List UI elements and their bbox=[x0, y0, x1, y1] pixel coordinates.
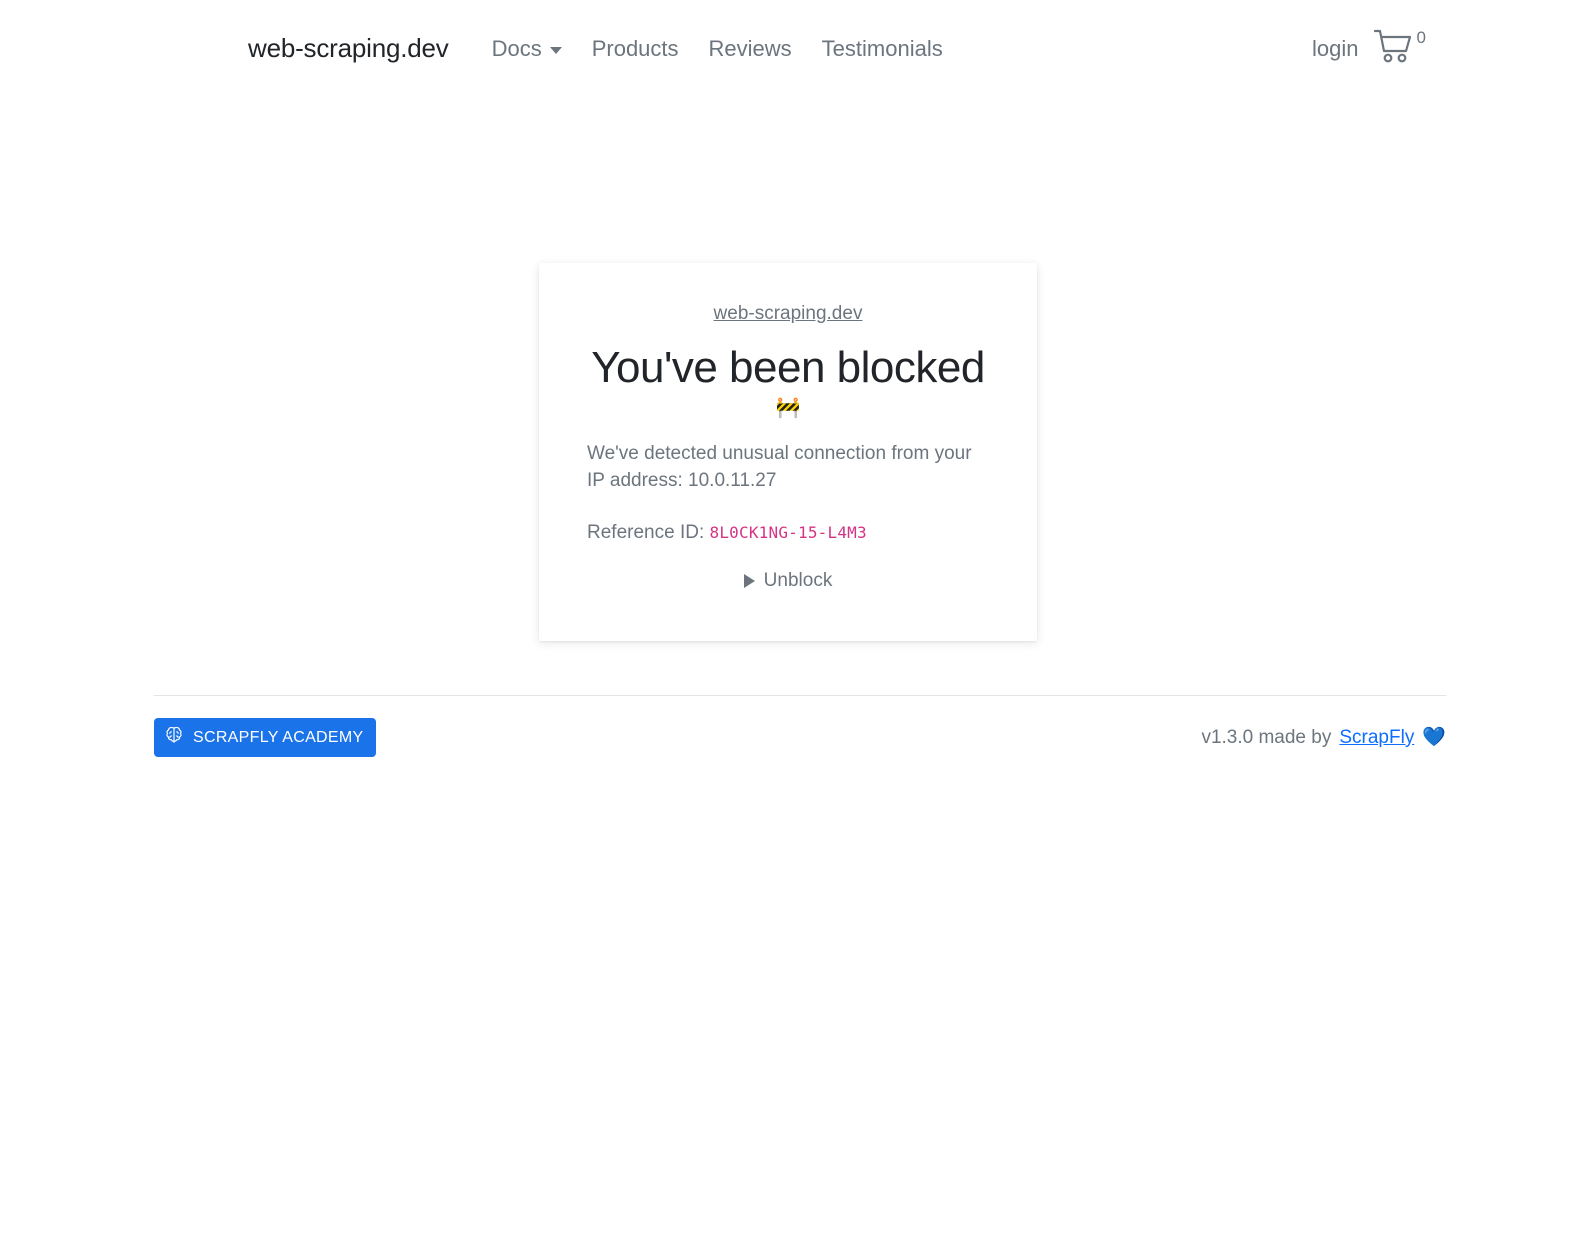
reference-id-label: Reference ID: bbox=[587, 521, 705, 543]
main-content: web-scraping.dev You've been blocked 🚧 W… bbox=[0, 97, 1576, 642]
unblock-disclosure[interactable]: Unblock bbox=[587, 570, 989, 593]
page-footer: SCRAPFLY ACADEMY v1.3.0 made by ScrapFly… bbox=[0, 695, 1576, 758]
chevron-down-icon bbox=[549, 46, 562, 54]
barrier-icon: 🚧 bbox=[775, 396, 801, 419]
scrapfly-link[interactable]: ScrapFly bbox=[1339, 727, 1414, 749]
unblock-summary[interactable]: Unblock bbox=[743, 570, 833, 592]
unblock-label: Unblock bbox=[763, 570, 833, 592]
navbar-right-section: login 0 bbox=[1312, 27, 1426, 70]
cart-button[interactable]: 0 bbox=[1373, 27, 1426, 70]
brand-logo-link[interactable]: web-scraping.dev bbox=[248, 33, 449, 64]
blocked-card: web-scraping.dev You've been blocked 🚧 W… bbox=[539, 263, 1037, 642]
heart-icon: 💙 bbox=[1422, 727, 1446, 749]
card-site-link[interactable]: web-scraping.dev bbox=[714, 303, 863, 325]
nav-item-testimonials[interactable]: Testimonials bbox=[807, 36, 958, 62]
login-link[interactable]: login bbox=[1312, 36, 1358, 62]
page-title: You've been blocked bbox=[591, 343, 985, 392]
footer-row: SCRAPFLY ACADEMY v1.3.0 made by ScrapFly… bbox=[154, 696, 1446, 758]
blocked-card-body: We've detected unusual connection from y… bbox=[587, 440, 989, 547]
primary-nav: Docs Products Reviews Testimonials bbox=[477, 36, 958, 62]
reference-id-row: Reference ID: 8L0CK1NG-15-L4M3 bbox=[587, 519, 989, 547]
cart-item-count: 0 bbox=[1416, 28, 1426, 47]
top-navbar: web-scraping.dev Docs Products Reviews T… bbox=[0, 0, 1576, 97]
scrapfly-academy-badge[interactable]: SCRAPFLY ACADEMY bbox=[154, 718, 377, 758]
footer-credit: v1.3.0 made by ScrapFly 💙 bbox=[1201, 727, 1446, 749]
brain-icon bbox=[163, 725, 185, 750]
nav-item-reviews-label: Reviews bbox=[708, 35, 792, 61]
reference-id-value: 8L0CK1NG-15-L4M3 bbox=[709, 522, 867, 542]
scrapfly-academy-label: SCRAPFLY ACADEMY bbox=[193, 728, 364, 746]
nav-item-products-label: Products bbox=[591, 35, 679, 61]
footer-version-text: v1.3.0 made by bbox=[1201, 726, 1332, 748]
nav-item-products[interactable]: Products bbox=[577, 36, 694, 62]
nav-item-docs[interactable]: Docs bbox=[477, 36, 577, 62]
nav-item-docs-label: Docs bbox=[491, 35, 542, 61]
triangle-right-icon bbox=[743, 574, 755, 589]
shopping-cart-icon bbox=[1373, 27, 1415, 70]
blocked-message: We've detected unusual connection from y… bbox=[587, 442, 972, 492]
nav-item-testimonials-label: Testimonials bbox=[821, 35, 943, 61]
nav-item-reviews[interactable]: Reviews bbox=[694, 36, 807, 62]
